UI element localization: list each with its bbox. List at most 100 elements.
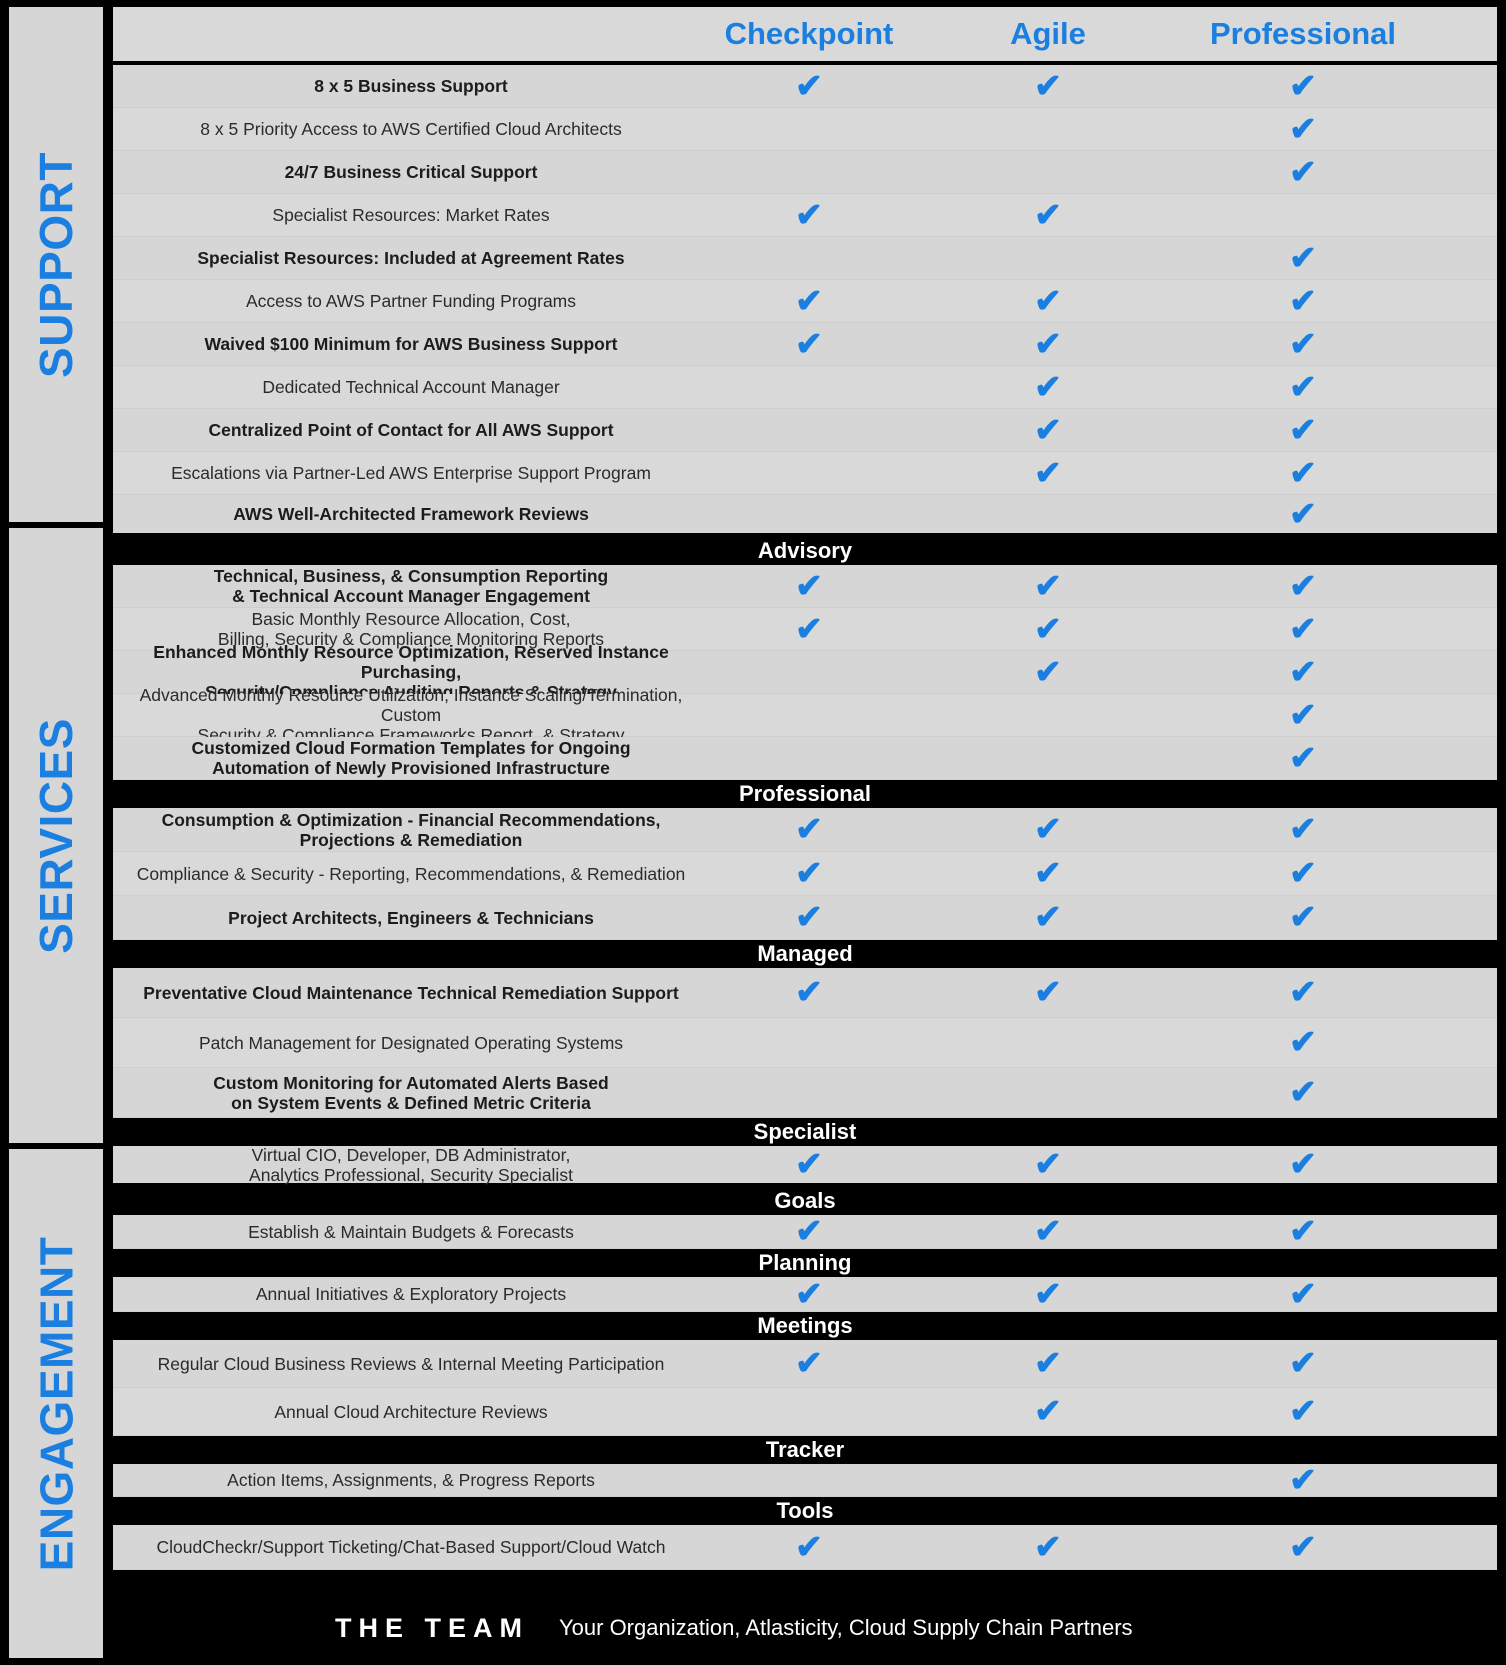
row-feature-label: Specialist Resources: Market Rates xyxy=(272,205,550,225)
empty-cell: ✔ xyxy=(953,1068,1143,1117)
check-icon: ✔ xyxy=(1034,810,1062,847)
empty-cell: ✔ xyxy=(709,108,909,150)
row-feature-label: Customized Cloud Formation Templates for… xyxy=(191,738,631,778)
row-feature-label: Annual Cloud Architecture Reviews xyxy=(274,1401,548,1422)
check-icon: ✔ xyxy=(1289,1274,1317,1312)
table-row: Escalations via Partner-Led AWS Enterpri… xyxy=(113,452,1497,495)
sidebar-section-engagement: ENGAGEMENT xyxy=(6,1146,106,1661)
row-feature-label: Specialist Resources: Included at Agreem… xyxy=(197,248,625,268)
check-icon: ✔ xyxy=(1289,152,1317,190)
check-icon: ✔ xyxy=(795,810,823,847)
check-icon: ✔ xyxy=(1289,494,1317,532)
check-icon: ✔ xyxy=(1034,66,1062,104)
table-row: Centralized Point of Contact for All AWS… xyxy=(113,409,1497,452)
row-feature-label: 8 x 5 Priority Access to AWS Certified C… xyxy=(200,119,622,139)
empty-cell: ✔ xyxy=(953,108,1143,150)
category-sidebar: SUPPORT SERVICES ENGAGEMENT xyxy=(6,4,106,1661)
check-icon: ✔ xyxy=(795,854,823,891)
row-feature-label: Annual Initiatives & Exploratory Project… xyxy=(255,1284,567,1304)
check-icon: ✔ xyxy=(1289,973,1317,1010)
footer-team-description: Your Organization, Atlasticity, Cloud Su… xyxy=(559,1615,1133,1640)
check-icon: ✔ xyxy=(1289,66,1317,104)
check-icon: ✔ xyxy=(795,973,823,1010)
table-row: Dedicated Technical Account Manager ✔ ✔ ✔ xyxy=(113,366,1497,409)
empty-cell: ✔ xyxy=(709,1018,909,1067)
row-feature-label: Establish & Maintain Budgets & Forecasts xyxy=(248,1221,574,1242)
empty-cell: ✔ xyxy=(709,1068,909,1117)
table-row: CloudCheckr/Support Ticketing/Chat-Based… xyxy=(113,1525,1497,1570)
check-icon: ✔ xyxy=(1034,410,1062,448)
table-row: Advanced Monthly Resource Utilization, I… xyxy=(113,685,1497,745)
table-row: Specialist Resources: Market Rates ✔ ✔ ✔ xyxy=(113,194,1497,237)
column-header-agile: Agile xyxy=(1010,16,1086,51)
section-bar-label: Managed xyxy=(757,941,853,966)
check-icon: ✔ xyxy=(1034,609,1062,647)
empty-cell: ✔ xyxy=(953,495,1143,533)
row-feature-label: Dedicated Technical Account Manager xyxy=(262,377,560,397)
check-icon: ✔ xyxy=(1034,1145,1062,1182)
empty-cell: ✔ xyxy=(709,409,909,451)
row-feature-label: 24/7 Business Critical Support xyxy=(284,162,538,182)
check-icon: ✔ xyxy=(795,609,823,647)
table-row: Compliance & Security - Reporting, Recom… xyxy=(113,852,1497,896)
check-icon: ✔ xyxy=(1289,652,1317,690)
section-bar-label: Advisory xyxy=(757,538,853,563)
table-row: Custom Monitoring for Automated Alerts B… xyxy=(113,1068,1497,1118)
check-icon: ✔ xyxy=(1289,324,1317,362)
empty-cell: ✔ xyxy=(1173,194,1433,236)
section-bar-label: Planning xyxy=(758,1250,852,1275)
check-icon: ✔ xyxy=(1289,238,1317,276)
table-row: Specialist Resources: Included at Agreem… xyxy=(113,237,1497,280)
table-body: 8 x 5 Business Support ✔ ✔ ✔ 8 x 5 Priority … xyxy=(110,65,1500,1570)
check-icon: ✔ xyxy=(1289,810,1317,847)
check-icon: ✔ xyxy=(795,1212,823,1249)
check-icon: ✔ xyxy=(1034,1344,1062,1381)
column-header-checkpoint: Checkpoint xyxy=(724,16,894,51)
section-bar-label: Goals xyxy=(774,1188,836,1213)
empty-cell: ✔ xyxy=(709,495,909,533)
check-icon: ✔ xyxy=(795,66,823,104)
section-bar-label: Specialist xyxy=(753,1119,857,1144)
empty-cell: ✔ xyxy=(709,694,909,736)
row-feature-label: Advanced Monthly Resource Utilization, I… xyxy=(139,685,683,745)
check-icon: ✔ xyxy=(1289,1460,1317,1498)
row-feature-label: Consumption & Optimization - Financial R… xyxy=(161,809,661,850)
check-icon: ✔ xyxy=(1034,367,1062,405)
row-feature-label: CloudCheckr/Support Ticketing/Chat-Based… xyxy=(156,1537,666,1557)
table-row: Waived $100 Minimum for AWS Business Sup… xyxy=(113,323,1497,366)
check-icon: ✔ xyxy=(1289,1212,1317,1249)
empty-cell: ✔ xyxy=(709,1464,909,1496)
sidebar-section-services-label: SERVICES xyxy=(30,717,83,954)
column-header-professional: Professional xyxy=(1209,16,1397,51)
check-icon: ✔ xyxy=(1289,738,1317,776)
table-row: Customized Cloud Formation Templates for… xyxy=(113,737,1497,780)
empty-cell: ✔ xyxy=(709,366,909,408)
footer-team-label: THE TEAM xyxy=(335,1612,529,1643)
table-row: Virtual CIO, Developer, DB Administrator… xyxy=(113,1145,1497,1187)
empty-cell: ✔ xyxy=(709,737,909,779)
check-icon: ✔ xyxy=(795,1527,823,1565)
row-feature-label: Regular Cloud Business Reviews & Interna… xyxy=(157,1353,665,1374)
check-icon: ✔ xyxy=(1034,1212,1062,1249)
row-feature-label: 8 x 5 Business Support xyxy=(314,76,508,96)
table-row: AWS Well-Architected Framework Reviews ✔ ✔… xyxy=(113,495,1497,537)
empty-cell: ✔ xyxy=(953,694,1143,736)
row-feature-label: Escalations via Partner-Led AWS Enterpri… xyxy=(171,463,651,483)
row-feature-label: Project Architects, Engineers & Technici… xyxy=(228,907,594,928)
check-icon: ✔ xyxy=(1034,566,1062,604)
row-feature-label: Centralized Point of Contact for All AWS… xyxy=(208,420,614,440)
check-icon: ✔ xyxy=(1289,1023,1317,1060)
table-row: Action Items, Assignments, & Progress Re… xyxy=(113,1460,1497,1498)
sidebar-section-engagement-label: ENGAGEMENT xyxy=(30,1236,82,1571)
table-row: Annual Initiatives & Exploratory Project… xyxy=(113,1277,1497,1312)
section-bar: Professional xyxy=(113,780,1497,808)
plan-comparison-table: Checkpoint Agile Professional 8 x 5 Busi… xyxy=(110,4,1500,1661)
table-header-row: Checkpoint Agile Professional xyxy=(110,4,1500,65)
check-icon: ✔ xyxy=(1034,453,1062,491)
check-icon: ✔ xyxy=(1289,1145,1317,1182)
section-bar-label: Professional xyxy=(738,781,872,806)
check-icon: ✔ xyxy=(1289,367,1317,405)
sidebar-section-support-label: SUPPORT xyxy=(30,151,82,378)
table-row: Establish & Maintain Budgets & Forecasts… xyxy=(113,1212,1497,1249)
check-icon: ✔ xyxy=(1289,1527,1317,1565)
